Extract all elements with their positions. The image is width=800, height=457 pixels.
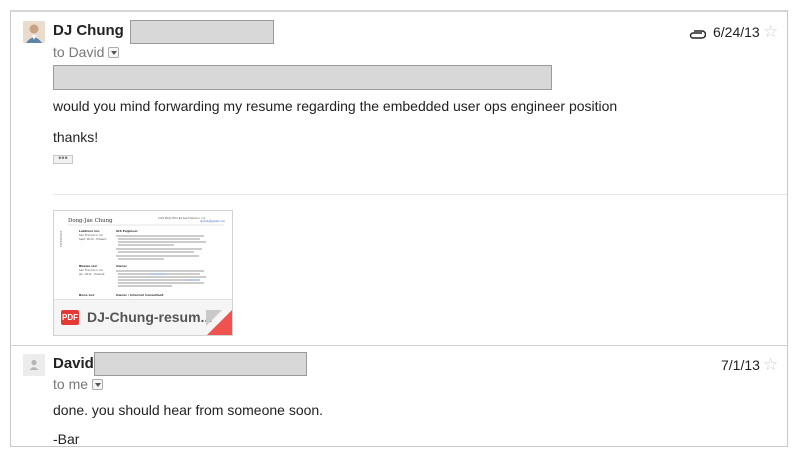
sender-name[interactable]: DJ Chung <box>53 22 124 39</box>
redacted-email <box>130 20 274 44</box>
preview-company: Bono LLC <box>79 293 95 297</box>
attachment-preview: Dong-Jae Chung 2200 Bixby Blvd #4 San Fr… <box>54 211 232 299</box>
message-date: 6/24/13 <box>713 24 760 40</box>
star-icon[interactable]: ☆ <box>763 23 778 40</box>
recipient-line: to me <box>53 376 104 392</box>
attachment-divider <box>53 194 787 195</box>
sender-name[interactable]: David <box>53 355 94 372</box>
preview-title: Owner <box>116 264 127 268</box>
person-icon[interactable] <box>23 354 45 376</box>
preview-dates: Jan. 2011 - Present <box>78 272 104 276</box>
attachment-filename[interactable]: DJ-Chung-resum... <box>87 309 212 325</box>
redacted-email <box>94 352 307 376</box>
show-trimmed-button[interactable]: ••• <box>53 154 73 164</box>
recipient-text: to David <box>53 44 105 60</box>
page-fold-icon <box>206 310 222 326</box>
preview-title: iOS Engineer <box>116 229 138 233</box>
message-body-line: -Bar <box>53 431 80 447</box>
attachment-card[interactable]: Dong-Jae Chung 2200 Bixby Blvd #4 San Fr… <box>53 210 233 336</box>
preview-address: 2200 Bixby Blvd #4 San Francisco, CA <box>158 217 205 220</box>
message-body-line: would you mind forwarding my resume rega… <box>53 98 618 114</box>
message-body-line: thanks! <box>53 129 99 145</box>
message-date: 7/1/13 <box>721 357 760 373</box>
recipient-text: to me <box>53 376 89 392</box>
message-body-line: done. you should hear from someone soon. <box>53 402 324 418</box>
chevron-down-icon[interactable] <box>92 379 104 390</box>
sender-avatar[interactable] <box>23 21 45 43</box>
preview-section: EXPERIENCE <box>59 230 63 247</box>
pdf-icon: PDF <box>61 310 79 325</box>
recipient-line: to David <box>53 44 120 60</box>
redacted-subject <box>53 65 552 90</box>
attachment-footer[interactable]: PDF DJ-Chung-resum... <box>54 299 232 335</box>
message-divider <box>11 345 787 346</box>
star-icon[interactable]: ☆ <box>763 356 778 373</box>
paperclip-icon <box>688 27 707 45</box>
preview-name: Dong-Jae Chung <box>68 218 113 224</box>
preview-dates: Sept. 2012 - Present <box>79 237 106 241</box>
chevron-down-icon[interactable] <box>108 47 120 58</box>
preview-title: Owner / Internet Consultant <box>116 293 164 297</box>
conversation-thread: DJ Chung to David 6/24/13 ☆ would you mi… <box>10 10 788 447</box>
preview-email: djchung@gmail.com <box>200 220 225 223</box>
